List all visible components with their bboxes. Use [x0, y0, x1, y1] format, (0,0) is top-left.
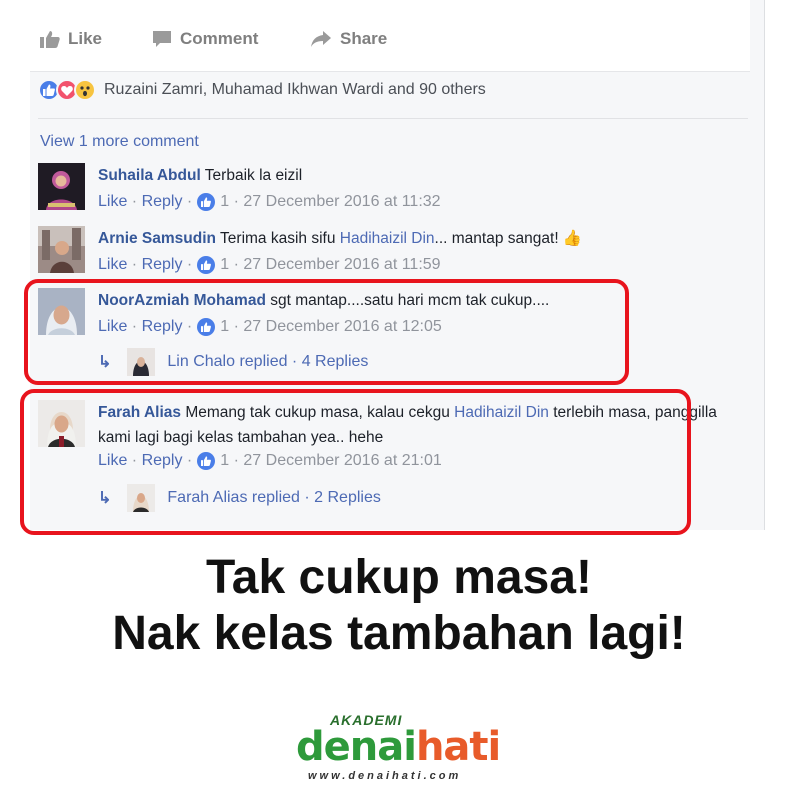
logo-word-part-1: denai — [296, 724, 417, 770]
avatar[interactable] — [38, 163, 85, 210]
comment-timestamp[interactable]: 27 December 2016 at 11:59 — [243, 256, 440, 274]
reactions-summary[interactable]: Ruzaini Zamri, Muhamad Ikhwan Wardi and … — [38, 74, 486, 106]
like-count[interactable]: 1 — [220, 193, 229, 211]
headline: Tak cukup masa! Nak kelas tambahan lagi! — [0, 550, 798, 662]
comment-meta: Like · Reply · 1 · 27 December 2016 at 1… — [98, 256, 441, 274]
share-arrow-icon — [311, 31, 331, 47]
wow-reaction-icon — [74, 79, 96, 101]
post-action-bar: Like Comment Share — [30, 0, 750, 72]
brand-logo: AKADEMI denaihati www.denaihati.com — [290, 712, 510, 792]
comment-bubble-icon — [153, 31, 171, 47]
highlight-box — [24, 279, 629, 385]
thumbs-up-icon — [40, 31, 60, 48]
comment-action-label: Comment — [180, 29, 259, 48]
comment-like-link[interactable]: Like — [98, 256, 127, 274]
like-count-icon — [197, 256, 216, 274]
mention-link[interactable]: Hadihaizil Din — [340, 230, 435, 247]
comment-meta: Like · Reply · 1 · 27 December 2016 at 1… — [98, 193, 441, 211]
comment-text-start: Terima kasih sifu — [220, 230, 336, 247]
logo-word-part-2: hati — [415, 724, 501, 770]
view-more-comments-link[interactable]: View 1 more comment — [40, 133, 199, 151]
like-action-button[interactable]: Like — [40, 26, 102, 52]
comment-reply-link[interactable]: Reply — [142, 193, 183, 211]
like-count-icon — [197, 193, 216, 211]
logo-wordmark: denaihati — [296, 724, 501, 770]
logo-url: www.denaihati.com — [308, 770, 462, 782]
divider — [38, 118, 748, 119]
share-action-label: Share — [340, 29, 388, 48]
headline-line-2: Nak kelas tambahan lagi! — [112, 607, 686, 660]
share-action-button[interactable]: Share — [310, 26, 387, 52]
comment-body: Suhaila Abdul Terbaik la eizil — [98, 163, 718, 188]
commenter-name[interactable]: Suhaila Abdul — [98, 167, 201, 184]
reactions-names[interactable]: Ruzaini Zamri, Muhamad Ikhwan Wardi and … — [104, 81, 486, 99]
avatar[interactable] — [38, 226, 85, 273]
commenter-name[interactable]: Arnie Samsudin — [98, 230, 216, 247]
comment-like-link[interactable]: Like — [98, 193, 127, 211]
comment-body: Arnie Samsudin Terima kasih sifu Hadihai… — [98, 226, 718, 251]
like-action-label: Like — [68, 29, 103, 48]
comment-timestamp[interactable]: 27 December 2016 at 11:32 — [243, 193, 440, 211]
headline-line-1: Tak cukup masa! — [206, 551, 592, 604]
highlight-box — [20, 389, 691, 535]
comment-action-button[interactable]: Comment — [152, 26, 258, 52]
comment-reply-link[interactable]: Reply — [142, 256, 183, 274]
comment-text-end: ... mantap sangat! 👍 — [434, 230, 583, 247]
like-count[interactable]: 1 — [220, 256, 229, 274]
comment-text: Terbaik la eizil — [204, 167, 303, 184]
